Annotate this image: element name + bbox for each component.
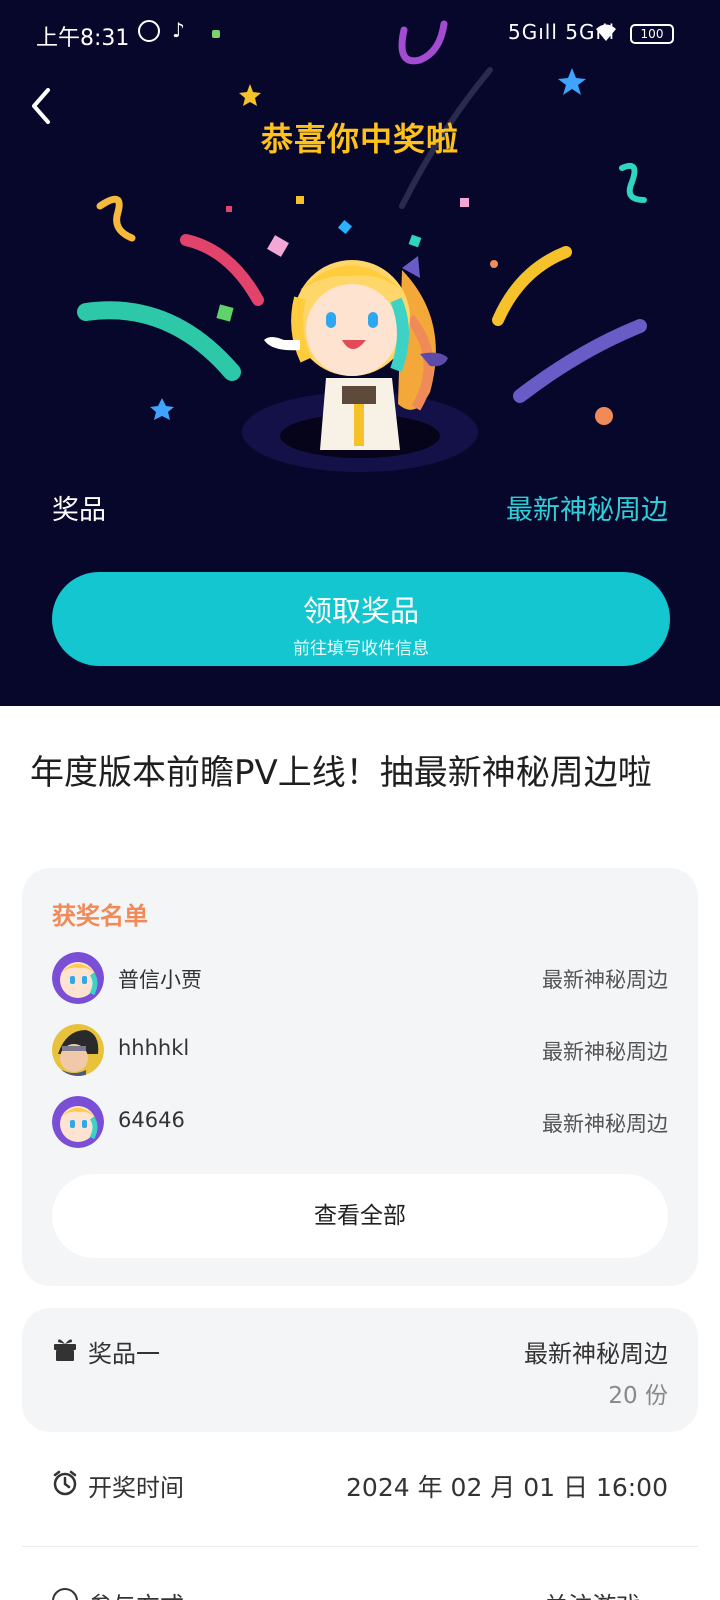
prize-label: 奖品 — [52, 495, 106, 526]
avatar — [52, 1096, 104, 1148]
mascot-avatar-icon — [52, 1096, 104, 1148]
hero-section: 上午8:31 ♪ 5Gıll 5Gıll 100 恭喜你中奖啦 奖品 最新神秘周… — [0, 0, 720, 706]
alarm-icon — [138, 20, 160, 42]
clock-icon — [53, 1470, 77, 1496]
wifi-icon — [596, 24, 616, 41]
anime-character-avatar-icon — [52, 1024, 104, 1076]
congrats-title: 恭喜你中奖啦 — [260, 120, 459, 158]
follow-game-link[interactable]: 关注游戏 > — [544, 1586, 668, 1600]
claim-button-subtitle: 前往填写收件信息 — [293, 639, 429, 659]
winners-card: 获奖名单 普信小贾 最新神秘周边 hhhhkl 最新神秘周边 64646 最新神… — [22, 868, 698, 1286]
draw-time-row: 开奖时间 2024 年 02 月 01 日 16:00 — [22, 1458, 698, 1538]
prize-summary: 奖品 最新神秘周边 — [52, 488, 668, 528]
participation-row[interactable]: 参与方式 关注游戏 > — [22, 1578, 698, 1600]
participation-label: 参与方式 — [88, 1586, 184, 1600]
divider — [22, 1546, 698, 1547]
winner-name: hhhhkl — [118, 1036, 190, 1060]
participation-icon — [52, 1588, 78, 1600]
status-time: 上午8:31 — [36, 26, 130, 51]
notification-dot-icon — [212, 30, 220, 38]
gift-icon — [54, 1339, 76, 1361]
prize-quantity: 20 份 — [608, 1383, 668, 1409]
prize-value: 最新神秘周边 — [506, 495, 668, 526]
winners-heading: 获奖名单 — [52, 902, 148, 930]
prize-tier: 奖品一 — [88, 1340, 160, 1368]
mascot-avatar-icon — [52, 952, 104, 1004]
draw-time-label: 开奖时间 — [88, 1474, 184, 1502]
draw-time-value: 2024 年 02 月 01 日 16:00 — [346, 1473, 668, 1502]
winner-row[interactable]: 普信小贾 最新神秘周边 — [52, 952, 668, 1006]
winner-row[interactable]: hhhhkl 最新神秘周边 — [52, 1024, 668, 1078]
winner-name: 64646 — [118, 1108, 185, 1132]
claim-prize-button[interactable]: 领取奖品 前往填写收件信息 — [52, 572, 670, 666]
status-bar: 上午8:31 ♪ 5Gıll 5Gıll 100 — [0, 0, 720, 70]
winner-row[interactable]: 64646 最新神秘周边 — [52, 1096, 668, 1150]
avatar — [52, 952, 104, 1004]
winner-name: 普信小贾 — [118, 968, 202, 992]
winner-prize: 最新神秘周边 — [542, 1040, 668, 1064]
avatar — [52, 1024, 104, 1076]
claim-button-title: 领取奖品 — [302, 594, 419, 628]
prize-info-card: 奖品一 最新神秘周边 20 份 — [22, 1308, 698, 1432]
battery-indicator: 100 — [630, 24, 674, 44]
view-all-button[interactable]: 查看全部 — [52, 1174, 668, 1258]
winner-prize: 最新神秘周边 — [542, 968, 668, 992]
tiktok-icon: ♪ — [172, 18, 185, 42]
event-title: 年度版本前瞻PV上线！抽最新神秘周边啦 — [30, 753, 652, 793]
prize-name: 最新神秘周边 — [524, 1340, 668, 1368]
winner-prize: 最新神秘周边 — [542, 1112, 668, 1136]
